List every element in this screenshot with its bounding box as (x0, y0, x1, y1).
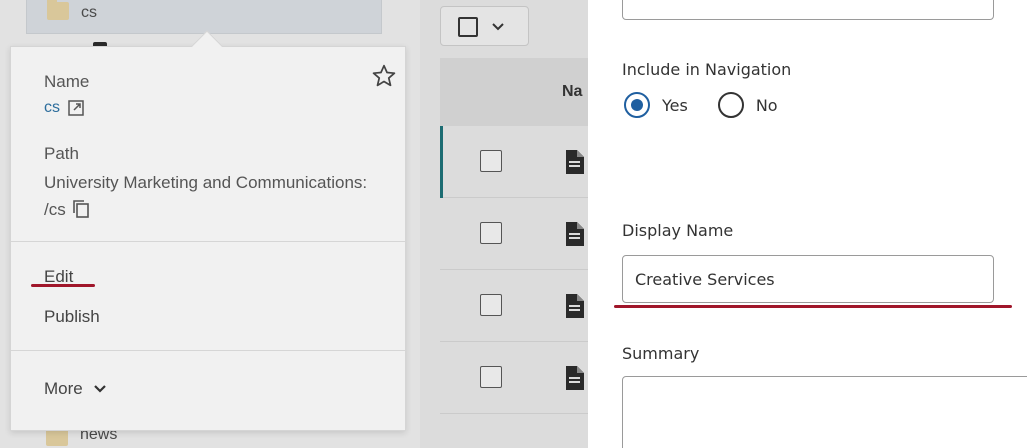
summary-label: Summary (622, 344, 700, 363)
more-label: More (44, 379, 83, 398)
radio-no-button[interactable] (717, 92, 744, 118)
name-value[interactable]: cs (44, 99, 60, 117)
radio-yes[interactable]: Yes (624, 92, 688, 118)
include-navigation-radio-group: Yes No (624, 92, 796, 118)
copy-icon[interactable] (72, 199, 90, 219)
radio-yes-label[interactable]: Yes (662, 96, 688, 115)
chevron-down-icon (93, 385, 106, 393)
file-icon (566, 150, 584, 174)
publish-action[interactable]: Publish (44, 307, 100, 327)
properties-form: Include in Navigation Yes No Display Nam… (588, 0, 1027, 448)
divider (11, 241, 405, 242)
previous-field-input[interactable] (622, 0, 994, 20)
select-all-dropdown[interactable] (440, 6, 529, 46)
file-icon (566, 294, 584, 318)
file-icon (566, 222, 584, 246)
asset-info-popover: Name cs Path University Marketing and Co… (10, 46, 406, 431)
column-header-name[interactable]: Na (562, 83, 582, 101)
path-label: Path (44, 144, 79, 163)
summary-textarea[interactable] (622, 376, 1027, 448)
select-all-checkbox[interactable] (458, 17, 478, 37)
include-navigation-label: Include in Navigation (622, 60, 792, 79)
table-row[interactable] (440, 126, 588, 198)
radio-yes-button[interactable] (624, 92, 650, 118)
path-value: University Marketing and Communications:… (44, 169, 384, 223)
path-text: University Marketing and Communications:… (44, 173, 368, 219)
chevron-down-icon[interactable] (491, 22, 505, 32)
asset-list: Na (420, 0, 588, 448)
row-checkbox[interactable] (480, 366, 502, 388)
external-link-icon[interactable] (68, 100, 84, 116)
divider (11, 350, 405, 351)
name-label: Name (44, 72, 90, 91)
annotation-underline (31, 284, 95, 287)
row-checkbox[interactable] (480, 222, 502, 244)
tree-item-label: cs (81, 4, 97, 21)
annotation-underline (614, 305, 1012, 308)
radio-no-label[interactable]: No (756, 96, 778, 115)
row-checkbox[interactable] (480, 294, 502, 316)
folder-icon (47, 0, 69, 20)
display-name-input[interactable] (622, 255, 994, 303)
table-row[interactable] (440, 342, 588, 414)
display-name-label: Display Name (622, 221, 734, 240)
name-link[interactable]: cs (44, 99, 84, 117)
star-icon[interactable] (371, 63, 397, 89)
table-row[interactable] (440, 198, 588, 270)
tree-item-cs[interactable]: cs (26, 0, 382, 50)
table-row[interactable] (440, 270, 588, 342)
file-icon (566, 366, 584, 390)
row-checkbox[interactable] (480, 150, 502, 172)
more-button[interactable]: More (44, 379, 107, 399)
radio-no[interactable]: No (717, 92, 778, 118)
list-header: Na (440, 58, 588, 126)
